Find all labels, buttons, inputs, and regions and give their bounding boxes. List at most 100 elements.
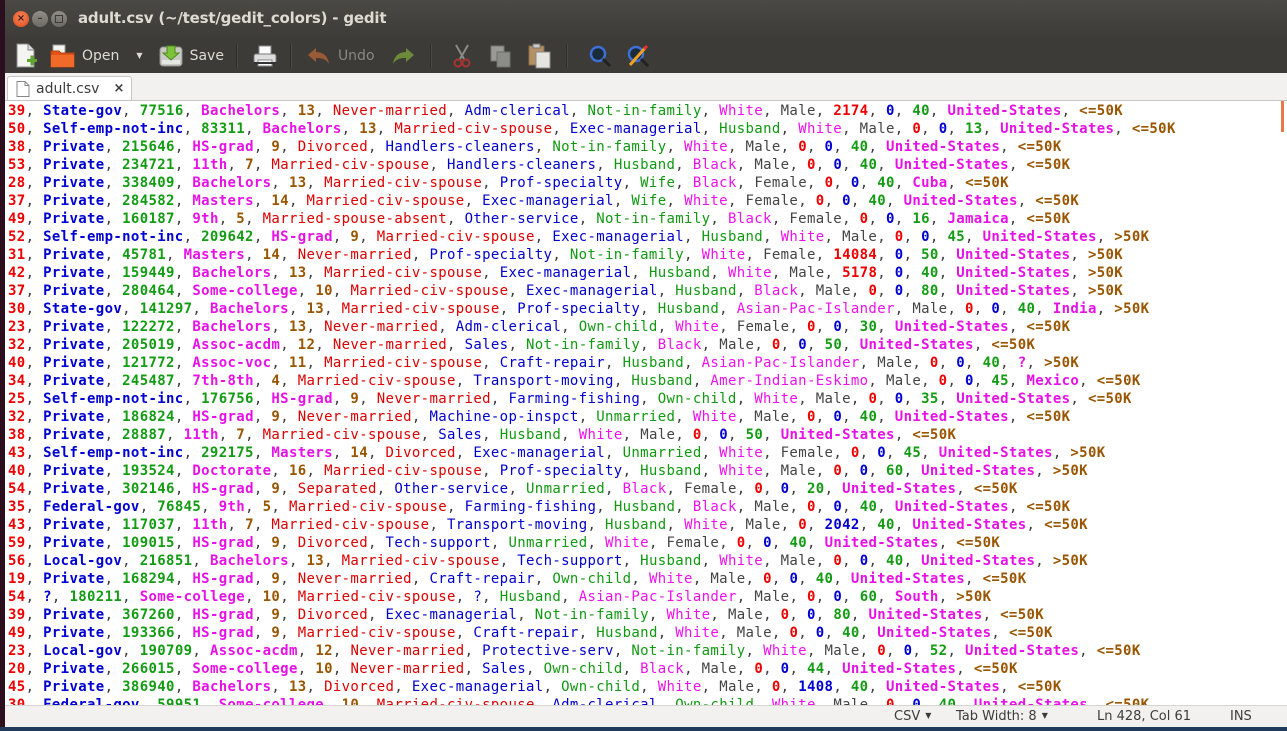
csv-field: 40 bbox=[850, 679, 869, 695]
csv-separator: , bbox=[332, 283, 351, 299]
csv-field: Amer-Indian-Eskimo bbox=[710, 373, 869, 389]
csv-field: Never-married bbox=[350, 643, 465, 659]
csv-separator: , bbox=[938, 535, 957, 551]
csv-field: 9 bbox=[350, 229, 360, 245]
paste-button[interactable] bbox=[528, 38, 552, 73]
language-selector[interactable]: CSV ▼ bbox=[894, 709, 931, 724]
csv-field: Self-emp-not-inc bbox=[43, 229, 184, 245]
csv-field: <=50K bbox=[991, 337, 1036, 353]
csv-separator: , bbox=[1035, 553, 1053, 569]
csv-separator: , bbox=[174, 373, 193, 389]
csv-separator: , bbox=[253, 157, 272, 173]
tab-label: adult.csv bbox=[36, 80, 100, 97]
csv-separator: , bbox=[877, 319, 895, 335]
copy-button[interactable] bbox=[490, 38, 512, 73]
csv-separator: , bbox=[921, 121, 939, 137]
csv-field: Black bbox=[622, 481, 667, 497]
csv-separator: , bbox=[789, 409, 807, 425]
scrollbar-thumb[interactable] bbox=[1281, 101, 1284, 132]
csv-field: 34 bbox=[8, 373, 26, 389]
csv-separator: , bbox=[956, 481, 974, 497]
csv-separator: , bbox=[648, 607, 667, 623]
csv-field: 234721 bbox=[122, 157, 175, 173]
csv-field: 59951 bbox=[157, 697, 202, 705]
csv-field: United-States bbox=[947, 103, 1062, 119]
csv-field: Female bbox=[666, 535, 720, 551]
csv-separator: , bbox=[877, 247, 895, 263]
open-dropdown-button[interactable]: ▼ bbox=[136, 38, 142, 73]
csv-field: 0 bbox=[868, 391, 878, 407]
text-editor[interactable]: 39, State-gov, 77516, Bachelors, 13, Nev… bbox=[5, 101, 1280, 705]
minimize-window-button[interactable]: – bbox=[32, 11, 48, 27]
csv-field: 44 bbox=[807, 661, 825, 677]
csv-field: Exec-managerial bbox=[499, 265, 632, 281]
csv-separator: , bbox=[499, 553, 518, 569]
csv-separator: , bbox=[692, 571, 711, 587]
find-replace-button[interactable] bbox=[626, 38, 650, 73]
csv-separator: , bbox=[25, 625, 44, 641]
csv-separator: , bbox=[684, 355, 702, 371]
csv-separator: , bbox=[25, 121, 44, 137]
csv-field: Husband bbox=[657, 301, 720, 317]
csv-field: Cuba bbox=[912, 175, 948, 191]
csv-separator: , bbox=[245, 499, 263, 515]
csv-separator: , bbox=[736, 157, 755, 173]
print-button[interactable] bbox=[252, 38, 278, 73]
csv-separator: , bbox=[1000, 355, 1018, 371]
cursor-position: Ln 428, Col 61 bbox=[1097, 709, 1192, 724]
csv-separator: , bbox=[736, 589, 755, 605]
csv-field: State-gov bbox=[43, 301, 123, 317]
csv-field: 49 bbox=[8, 211, 26, 227]
csv-field: Married-civ-spouse bbox=[376, 697, 535, 705]
tab-close-button[interactable]: × bbox=[113, 81, 124, 96]
csv-separator: , bbox=[104, 139, 123, 155]
undo-button[interactable]: Undo bbox=[306, 38, 375, 73]
csv-field: 0 bbox=[833, 157, 843, 173]
paste-icon bbox=[528, 43, 551, 68]
csv-line: 43, Private, 117037, 11th, 7, Married-ci… bbox=[8, 516, 1176, 534]
csv-field: 40 bbox=[859, 409, 878, 425]
csv-separator: , bbox=[174, 409, 193, 425]
csv-field: Exec-managerial bbox=[385, 607, 518, 623]
csv-field: Never-married bbox=[332, 337, 447, 353]
csv-field: 0 bbox=[886, 211, 895, 227]
maximize-window-button[interactable] bbox=[51, 11, 67, 27]
close-window-button[interactable]: × bbox=[13, 11, 29, 27]
csv-field: Private bbox=[43, 679, 105, 695]
csv-field: Male bbox=[780, 463, 816, 479]
csv-separator: , bbox=[25, 445, 44, 461]
save-button[interactable]: Save bbox=[158, 38, 224, 73]
csv-separator: , bbox=[1079, 643, 1097, 659]
csv-separator: , bbox=[280, 535, 298, 551]
csv-separator: , bbox=[956, 661, 974, 677]
csv-field: Own-child bbox=[561, 679, 641, 695]
csv-field: 160187 bbox=[122, 211, 175, 227]
find-button[interactable] bbox=[588, 38, 612, 73]
csv-line: 30, State-gov, 141297, Bachelors, 13, Ma… bbox=[8, 300, 1176, 318]
open-button[interactable]: Open bbox=[50, 38, 119, 73]
csv-separator: , bbox=[332, 643, 351, 659]
redo-button[interactable] bbox=[390, 38, 416, 73]
cut-button[interactable] bbox=[452, 38, 472, 73]
csv-field: <=50K bbox=[1105, 697, 1150, 705]
tab-adult-csv[interactable]: adult.csv × bbox=[7, 76, 132, 100]
csv-separator: , bbox=[455, 589, 474, 605]
csv-field: Private bbox=[43, 463, 105, 479]
csv-separator: , bbox=[1096, 301, 1115, 317]
chevron-down-icon: ▼ bbox=[925, 711, 932, 720]
csv-separator: , bbox=[886, 193, 904, 209]
csv-field: <=50K bbox=[1026, 319, 1071, 335]
csv-line: 37, Private, 280464, Some-college, 10, M… bbox=[8, 282, 1176, 300]
csv-separator: , bbox=[25, 139, 44, 155]
csv-separator: , bbox=[789, 157, 807, 173]
csv-field: 1408 bbox=[798, 679, 834, 695]
csv-field: United-States bbox=[982, 229, 1097, 245]
vertical-scrollbar[interactable] bbox=[1280, 101, 1287, 705]
tab-width-selector[interactable]: Tab Width: 8 ▼ bbox=[956, 709, 1048, 724]
csv-separator: , bbox=[903, 463, 922, 479]
new-document-button[interactable] bbox=[14, 38, 38, 73]
csv-line: 39, State-gov, 77516, Bachelors, 13, Nev… bbox=[8, 102, 1176, 120]
csv-separator: , bbox=[174, 283, 193, 299]
csv-separator: , bbox=[640, 391, 658, 407]
csv-field: 40 bbox=[921, 265, 939, 281]
